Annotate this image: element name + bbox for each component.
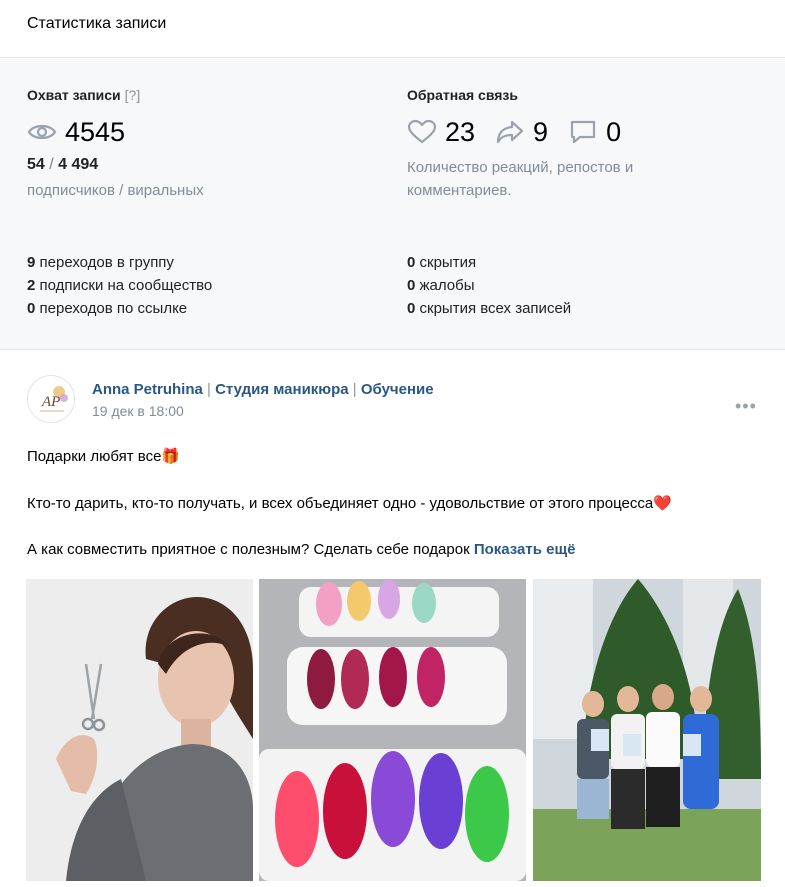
reach-subscribers: 54 [27, 156, 45, 173]
action-right-2: 0 жалобы [407, 277, 475, 294]
action-left-2-text: подписки на сообщество [35, 277, 213, 294]
post-date[interactable]: 19 дек в 18:00 [92, 403, 184, 419]
post-photo-1[interactable] [26, 579, 253, 881]
avatar[interactable]: AP [27, 375, 75, 423]
stats-panel: Охват записи [?] 4545 54 / 4 494 подписчи… [0, 59, 785, 350]
feedback-counts-row: 23 9 0 [407, 115, 641, 149]
author-separator-1: | [202, 381, 216, 398]
feedback-title: Обратная связь [407, 87, 518, 103]
reach-breakdown: 54 / 4 494 [27, 156, 98, 174]
page-title: Статистика записи [27, 15, 167, 32]
post-text-line3: А как совместить приятное с полезным? Сд… [27, 541, 575, 558]
action-left-2: 2 подписки на сообщество [27, 277, 212, 294]
reach-help-link[interactable]: [?] [125, 87, 141, 103]
reach-viral: 4 494 [58, 156, 99, 173]
reach-slash: / [44, 156, 59, 173]
post-text-line3-text: А как совместить приятное с полезным? Сд… [27, 541, 470, 558]
post-text-line2: Кто-то дарить, кто-то получать, и всех о… [27, 495, 672, 512]
action-right-2-text: жалобы [415, 277, 475, 294]
reach-caption: подписчиков / виральных [27, 182, 204, 199]
likes-count: 23 [445, 116, 476, 147]
comment-icon [568, 119, 598, 145]
author-studio[interactable]: Студия маникюра [215, 381, 349, 398]
action-right-1: 0 скрытия [407, 254, 476, 271]
feedback-caption-line2: комментариев. [407, 182, 512, 199]
more-options-icon[interactable]: ••• [735, 396, 757, 417]
share-arrow-icon [495, 119, 525, 145]
eye-icon [27, 119, 57, 145]
show-more-link[interactable]: Показать ещё [474, 541, 576, 558]
reposts-count: 9 [533, 116, 549, 147]
post-author[interactable]: Anna Petruhina | Студия маникюра | Обуче… [92, 381, 434, 398]
author-name[interactable]: Anna Petruhina [92, 381, 203, 398]
author-separator-2: | [348, 381, 361, 398]
likes-group: 23 [407, 117, 475, 148]
page-header: Статистика записи [0, 0, 785, 58]
post-photo-3[interactable] [533, 579, 761, 881]
action-right-1-text: скрытия [415, 254, 477, 271]
svg-text:AP: AP [41, 394, 60, 410]
comments-group: 0 [568, 117, 621, 148]
post-photo-2[interactable] [259, 579, 526, 881]
action-right-3: 0 скрытия всех записей [407, 300, 571, 317]
comments-count: 0 [606, 116, 622, 147]
avatar-logo-image: AP [28, 376, 74, 422]
action-left-1: 9 переходов в группу [27, 254, 174, 271]
reach-total-row: 4545 [27, 115, 125, 149]
post-text-line1: Подарки любят все🎁 [27, 448, 181, 465]
reposts-group: 9 [495, 117, 548, 148]
heart-icon [407, 119, 437, 145]
reach-title: Охват записи [?] [27, 87, 140, 103]
action-left-3-text: переходов по ссылке [35, 300, 188, 317]
feedback-caption-line1: Количество реакций, репостов и [407, 159, 634, 176]
reach-title-text: Охват записи [27, 87, 121, 103]
reach-total: 4545 [65, 116, 126, 147]
action-left-3: 0 переходов по ссылке [27, 300, 187, 317]
action-right-3-text: скрытия всех записей [415, 300, 572, 317]
action-left-1-text: переходов в группу [35, 254, 174, 271]
author-training[interactable]: Обучение [361, 381, 434, 398]
